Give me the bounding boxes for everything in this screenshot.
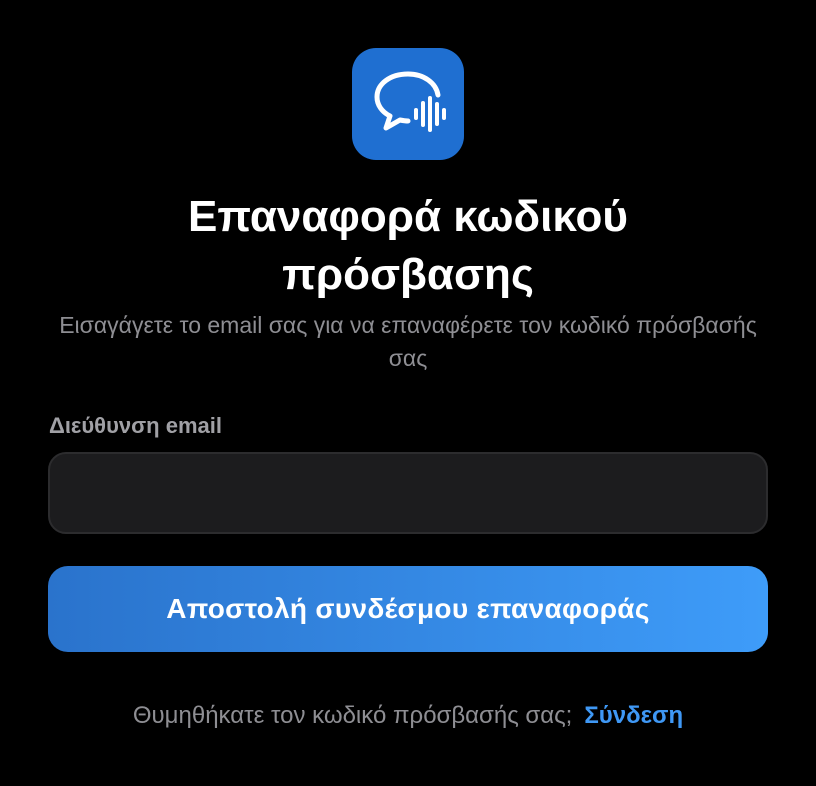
page-title: Επαναφορά κωδικού πρόσβασης	[188, 192, 628, 299]
chat-bubble-soundwave-icon	[374, 71, 446, 132]
email-field-label: Διεύθυνση email	[49, 413, 222, 438]
page-subtitle: Εισαγάγετε το email σας για να επαναφέρε…	[59, 312, 757, 371]
login-prompt: Θυμηθήκατε τον κωδικό πρόσβασής σας; Σύνδ…	[0, 698, 816, 734]
login-link[interactable]: Σύνδεση	[584, 702, 683, 729]
app-logo	[352, 48, 464, 160]
send-reset-link-button[interactable]: Αποστολή συνδέσμου επαναφοράς	[48, 566, 768, 652]
login-prompt-text: Θυμηθήκατε τον κωδικό πρόσβασής σας;	[132, 702, 573, 729]
reset-password-page: Επαναφορά κωδικού πρόσβασης Εισαγάγετε τ…	[0, 0, 816, 786]
email-field[interactable]	[48, 452, 768, 534]
